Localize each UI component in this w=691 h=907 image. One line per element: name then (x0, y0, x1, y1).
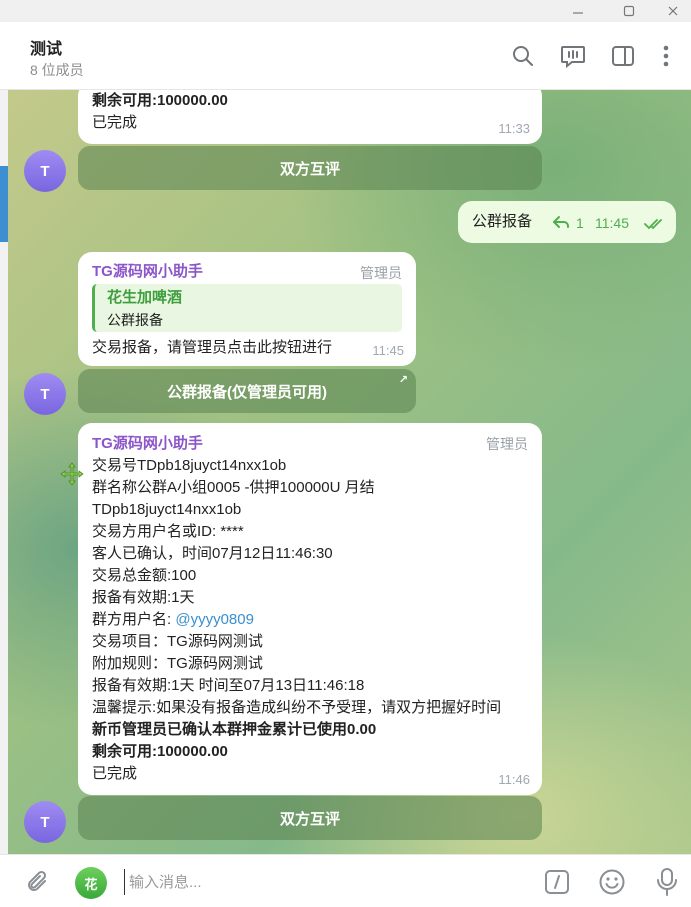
message-line: 剩余可用:100000.00 (92, 743, 228, 760)
admin-badge: 管理员 (360, 265, 402, 281)
message-line: 剩余可用:100000.00 (92, 92, 228, 109)
avatar[interactable]: T (24, 801, 66, 843)
message-line: 报备有效期:1天 (92, 589, 195, 606)
mutual-review-button[interactable]: 双方互评 (78, 146, 542, 190)
attach-button[interactable] (24, 869, 52, 897)
minimize-icon (573, 12, 583, 14)
message-text: 公群报备 (472, 213, 533, 230)
message-time: 11:45 (372, 343, 404, 358)
external-link-icon: ↗ (398, 374, 408, 386)
message-input[interactable] (124, 869, 514, 895)
button-label: 公群报备(仅管理员可用) (167, 383, 327, 401)
sender-name[interactable]: TG源码网小助手 (92, 261, 203, 283)
more-vertical-icon (663, 45, 669, 67)
sender-name[interactable]: TG源码网小助手 (92, 433, 203, 455)
message-line: 客人已确认，时间07月12日11:46:30 (92, 545, 333, 562)
close-icon (668, 6, 678, 16)
close-button[interactable] (650, 0, 691, 22)
microphone-icon (657, 868, 677, 896)
message-line: 群名称公群A小组0005 -供押100000U 月结 (92, 479, 375, 496)
message-line: TDpb18juyct14nxx1ob (92, 501, 242, 518)
double-check-icon (644, 215, 666, 237)
message-line: 新币管理员已确认本群押金累计已使用0.00 (92, 721, 377, 738)
group-report-admin-button[interactable]: 公群报备(仅管理员可用) ↗ (78, 369, 416, 413)
window-titlebar (0, 0, 691, 22)
message-time: 11:33 (498, 121, 530, 136)
message-time: 11:45 (595, 215, 629, 231)
message-line: 报备有效期:1天 时间至07月13日11:46:18 (92, 677, 365, 694)
member-count[interactable]: 8 位成员 (30, 60, 84, 80)
message-line: 已完成 (92, 765, 138, 782)
message-time: 11:46 (498, 772, 530, 787)
message-text: 交易报备，请管理员点击此按钮进行 (92, 339, 333, 356)
bot-message[interactable]: TG源码网小助手 管理员 花生加啤酒 公群报备 交易报备，请管理员点击此按钮进行… (78, 252, 416, 366)
message-bubble-top[interactable]: 剩余可用:100000.00 已完成 11:33 (78, 90, 542, 144)
message-line: 交易号TDpb18juyct14nxx1ob (92, 457, 287, 474)
avatar[interactable]: T (24, 373, 66, 415)
voice-chat-icon (561, 46, 585, 69)
admin-badge: 管理员 (486, 436, 528, 452)
mutual-review-button[interactable]: 双方互评 (78, 796, 542, 840)
maximize-button[interactable] (606, 0, 652, 22)
search-button[interactable] (509, 42, 537, 70)
chat-background: 剩余可用:100000.00 已完成 11:33 T 双方互评 公群报备 1 1… (8, 90, 691, 854)
message-line: 交易方用户名或ID: **** (92, 523, 244, 540)
maximize-icon (623, 5, 635, 17)
commands-icon (545, 870, 569, 894)
message-line: 已完成 (92, 114, 138, 131)
message-line: 交易总金额:100 (92, 567, 197, 584)
sidebar-toggle-button[interactable] (609, 42, 637, 70)
group-user-label: 群方用户名: (92, 611, 176, 628)
reply-arrow-icon (552, 214, 570, 232)
search-icon (513, 46, 533, 66)
reply-text: 公群报备 (107, 312, 163, 328)
message-line: 交易项目：TG源码网测试 (92, 633, 263, 650)
message-line: 附加规则：TG源码网测试 (92, 655, 263, 672)
message-line: 群方用户名: @yyyy0809 (92, 609, 532, 631)
message-line: 温馨提示:如果没有报备造成纠纷不予受理，请双方把握好时间 (92, 699, 502, 716)
reply-quote[interactable]: 花生加啤酒 公群报备 (92, 284, 402, 332)
voice-chat-button[interactable] (559, 42, 587, 70)
bot-message[interactable]: TG源码网小助手 管理员 交易号TDpb18juyct14nxx1ob 群名称公… (78, 423, 542, 795)
minimize-button[interactable] (555, 0, 601, 22)
emoji-icon (599, 869, 625, 895)
chat-title[interactable]: 测试 (30, 35, 62, 59)
emoji-button[interactable] (597, 867, 627, 897)
avatar[interactable]: T (24, 150, 66, 192)
left-panel-accent (0, 166, 8, 242)
attach-icon (28, 870, 47, 891)
group-user-link[interactable]: @yyyy0809 (175, 611, 254, 628)
commands-button[interactable] (543, 868, 571, 896)
message-composer: 花 (0, 854, 691, 907)
reply-author: 花生加啤酒 (107, 289, 183, 306)
chat-header[interactable]: 测试 8 位成员 (0, 22, 691, 90)
more-button[interactable] (652, 42, 680, 70)
message-body: 交易号TDpb18juyct14nxx1ob 群名称公群A小组0005 -供押1… (92, 455, 532, 785)
move-cursor-icon (60, 462, 84, 491)
reply-count: 1 (576, 215, 584, 231)
sidebar-toggle-icon (612, 46, 634, 66)
send-as-avatar[interactable]: 花 (75, 867, 107, 899)
outgoing-message[interactable]: 公群报备 1 11:45 (458, 201, 676, 243)
microphone-button[interactable] (653, 867, 681, 897)
